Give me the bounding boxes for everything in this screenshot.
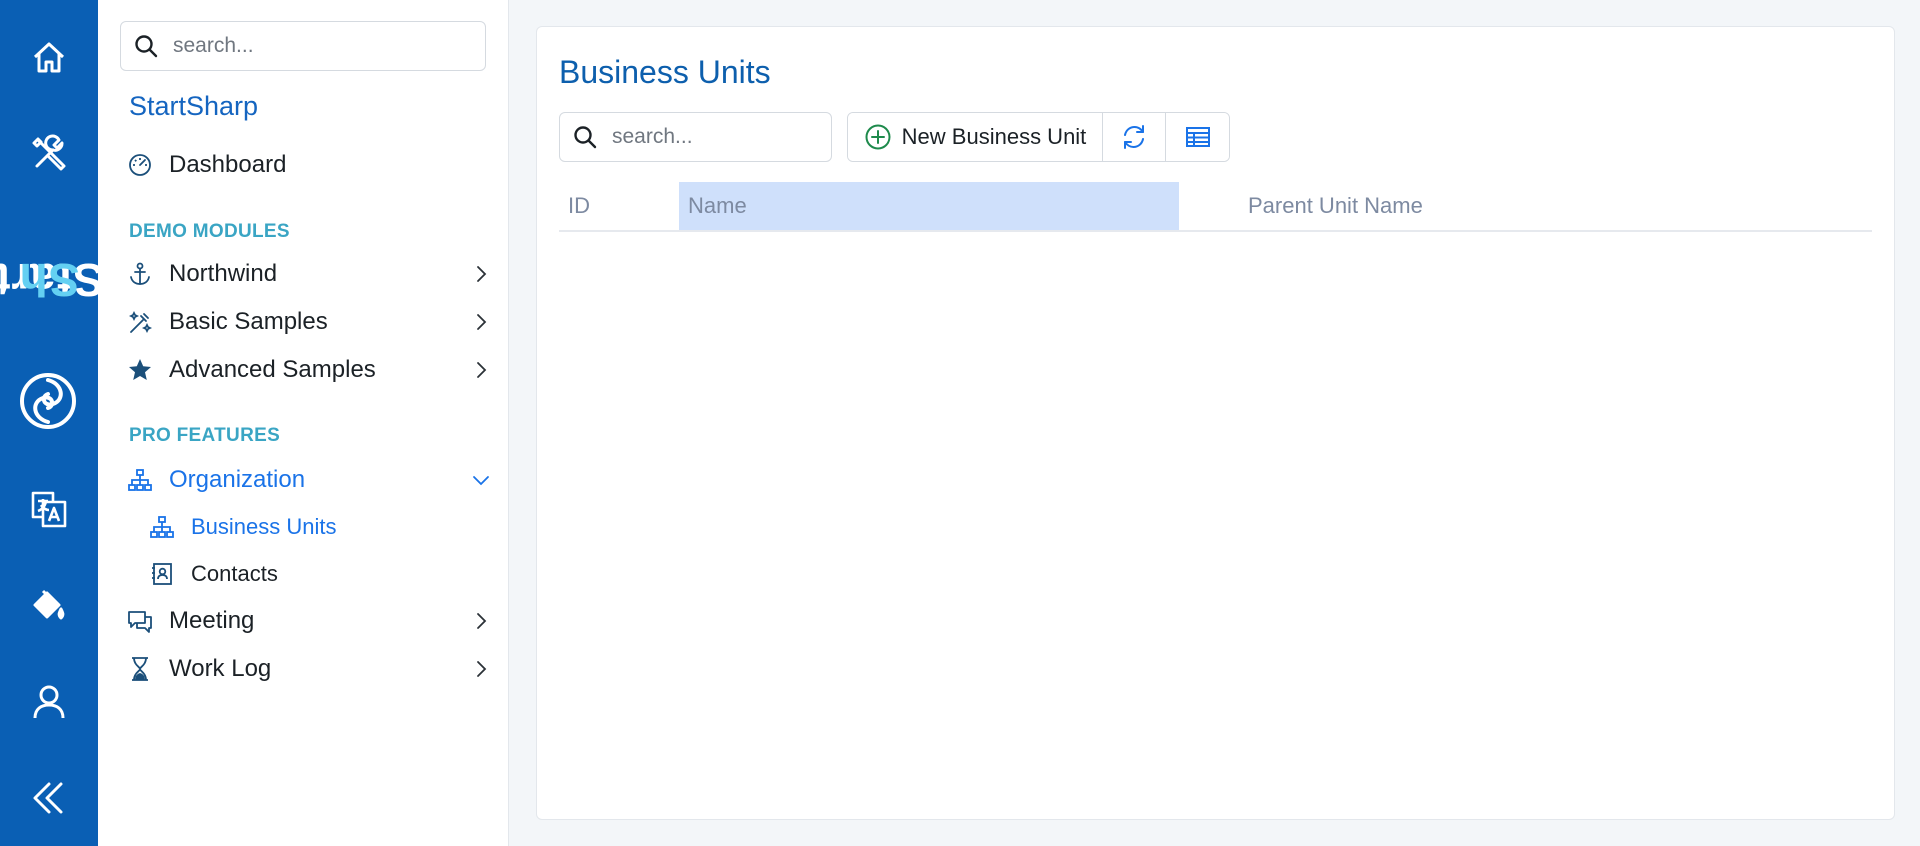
search-icon: [572, 124, 598, 150]
new-button-label: New Business Unit: [901, 124, 1087, 149]
column-header-name[interactable]: Name: [679, 182, 1179, 230]
column-header-parent-unit-name[interactable]: Parent Unit Name: [1239, 182, 1839, 230]
column-picker-button[interactable]: [1166, 113, 1229, 161]
sidebar-item-label: Meeting: [169, 607, 255, 634]
table-columns-icon: [1185, 127, 1210, 147]
brand-wordmark: Start Sh: [0, 254, 104, 306]
sidebar-search-box[interactable]: [120, 21, 486, 71]
sidebar-item-label: Contacts: [191, 561, 278, 586]
chevron-right-icon: [477, 613, 487, 629]
paint-bucket-icon[interactable]: [29, 585, 69, 625]
refresh-button[interactable]: [1103, 113, 1166, 161]
translate-icon[interactable]: [29, 489, 69, 529]
sidebar-item-basic-samples[interactable]: Basic Samples: [120, 300, 492, 344]
app-rail: Start Sh: [0, 0, 104, 846]
sidebar-item-contacts[interactable]: Contacts: [142, 552, 492, 596]
sidebar-item-label: Dashboard: [169, 151, 287, 178]
search-icon: [133, 33, 159, 59]
user-icon[interactable]: [29, 682, 69, 722]
sidebar-item-label: Work Log: [169, 655, 272, 682]
sidebar-item-advanced-samples[interactable]: Advanced Samples: [120, 348, 492, 392]
sidebar-item-meeting[interactable]: Meeting: [120, 599, 492, 643]
plus-circle-icon: [865, 124, 891, 150]
grid-header: ID Name Parent Unit Name: [559, 182, 1872, 232]
sidebar-search-input[interactable]: [173, 34, 453, 58]
sidebar-item-label: Organization: [169, 466, 306, 493]
grid-search-input[interactable]: [612, 125, 812, 149]
org-chart-icon: [125, 465, 155, 495]
tools-icon[interactable]: [29, 134, 69, 174]
main-panel: Business Units New Business Unit ID Name…: [536, 26, 1895, 820]
sidebar-item-northwind[interactable]: Northwind: [120, 252, 492, 296]
home-icon[interactable]: [29, 38, 69, 78]
column-header-id[interactable]: ID: [559, 182, 679, 230]
sidebar-item-label: Advanced Samples: [169, 356, 376, 383]
speedometer-icon: [125, 150, 155, 180]
new-business-unit-button[interactable]: New Business Unit: [848, 113, 1103, 161]
sidebar-item-label: Business Units: [191, 514, 337, 539]
contact-card-icon: [147, 559, 177, 589]
sidebar-item-organization[interactable]: Organization: [120, 458, 492, 502]
org-chart-icon: [147, 512, 177, 542]
magic-wand-icon: [125, 307, 155, 337]
sidebar-item-label: Basic Samples: [169, 308, 328, 335]
sidebar-item-business-units[interactable]: Business Units: [142, 505, 492, 549]
chat-bubbles-icon: [125, 606, 155, 636]
hourglass-icon: [125, 654, 155, 684]
sidebar-item-work-log[interactable]: Work Log: [120, 647, 492, 691]
grid-body: [559, 234, 1872, 794]
sidebar: StartSharp Dashboard DEMO MODULES Northw…: [98, 0, 509, 846]
sidebar-item-label: Northwind: [169, 260, 278, 287]
star-icon: [125, 355, 155, 385]
brand-logo-icon: [19, 372, 77, 430]
chevron-down-icon: [473, 476, 489, 486]
chevron-right-icon: [477, 266, 487, 282]
section-label-demo-modules: DEMO MODULES: [129, 221, 290, 242]
chevron-right-icon: [477, 661, 487, 677]
collapse-icon[interactable]: [29, 778, 69, 818]
sidebar-item-dashboard[interactable]: Dashboard: [120, 143, 492, 187]
refresh-icon: [1124, 125, 1144, 149]
chevron-right-icon: [477, 362, 487, 378]
page-title: Business Units: [559, 54, 771, 90]
grid-toolbar: New Business Unit: [847, 112, 1230, 162]
app-title[interactable]: StartSharp: [129, 91, 258, 122]
anchor-icon: [125, 259, 155, 289]
section-label-pro-features: PRO FEATURES: [129, 425, 281, 446]
chevron-right-icon: [477, 314, 487, 330]
grid-search-box[interactable]: [559, 112, 832, 162]
